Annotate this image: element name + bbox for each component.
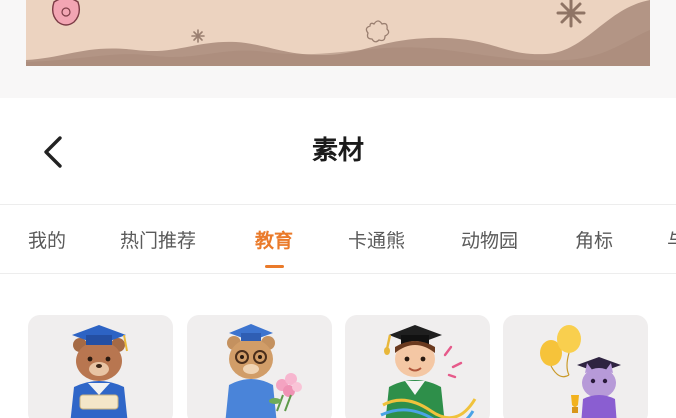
back-button[interactable] <box>30 126 76 178</box>
sticker-card[interactable] <box>28 315 173 418</box>
graduate-student-confetti-icon <box>380 325 477 418</box>
flower-outline-icon <box>365 20 390 43</box>
sticker-card[interactable] <box>187 315 332 418</box>
sticker-card[interactable] <box>503 315 648 418</box>
sparkle-icon <box>556 0 586 28</box>
tab-hot-recommend[interactable]: 热门推荐 <box>120 225 196 257</box>
page-title: 素材 <box>311 136 364 166</box>
nav-bar: 素材 <box>0 98 676 204</box>
chevron-left-icon <box>44 136 62 168</box>
material-sheet: 素材 我的 热门推荐 教育 卡通熊 动物园 角标 与 <box>0 98 676 418</box>
divider <box>0 273 676 274</box>
active-tab-indicator <box>265 265 284 268</box>
graduate-bear-flowers-icon <box>225 324 302 418</box>
tab-corner-mark[interactable]: 角标 <box>575 225 613 257</box>
graduate-bear-diploma-icon <box>70 325 128 418</box>
tab-mine[interactable]: 我的 <box>28 225 66 257</box>
sticker-card[interactable] <box>345 315 490 418</box>
sparkle-icon <box>191 29 205 43</box>
sticker-grid <box>0 315 676 418</box>
category-tabs: 我的 热门推荐 教育 卡通熊 动物园 角标 与 <box>0 205 676 273</box>
graduate-cat-trophy-balloons-icon <box>540 325 621 418</box>
tab-education[interactable]: 教育 <box>255 225 293 257</box>
pink-badge-icon <box>51 0 81 26</box>
tab-zoo[interactable]: 动物园 <box>461 225 518 257</box>
tab-cartoon-bear[interactable]: 卡通熊 <box>348 225 405 257</box>
banner-image <box>26 0 650 66</box>
tab-more[interactable]: 与 <box>667 225 676 257</box>
